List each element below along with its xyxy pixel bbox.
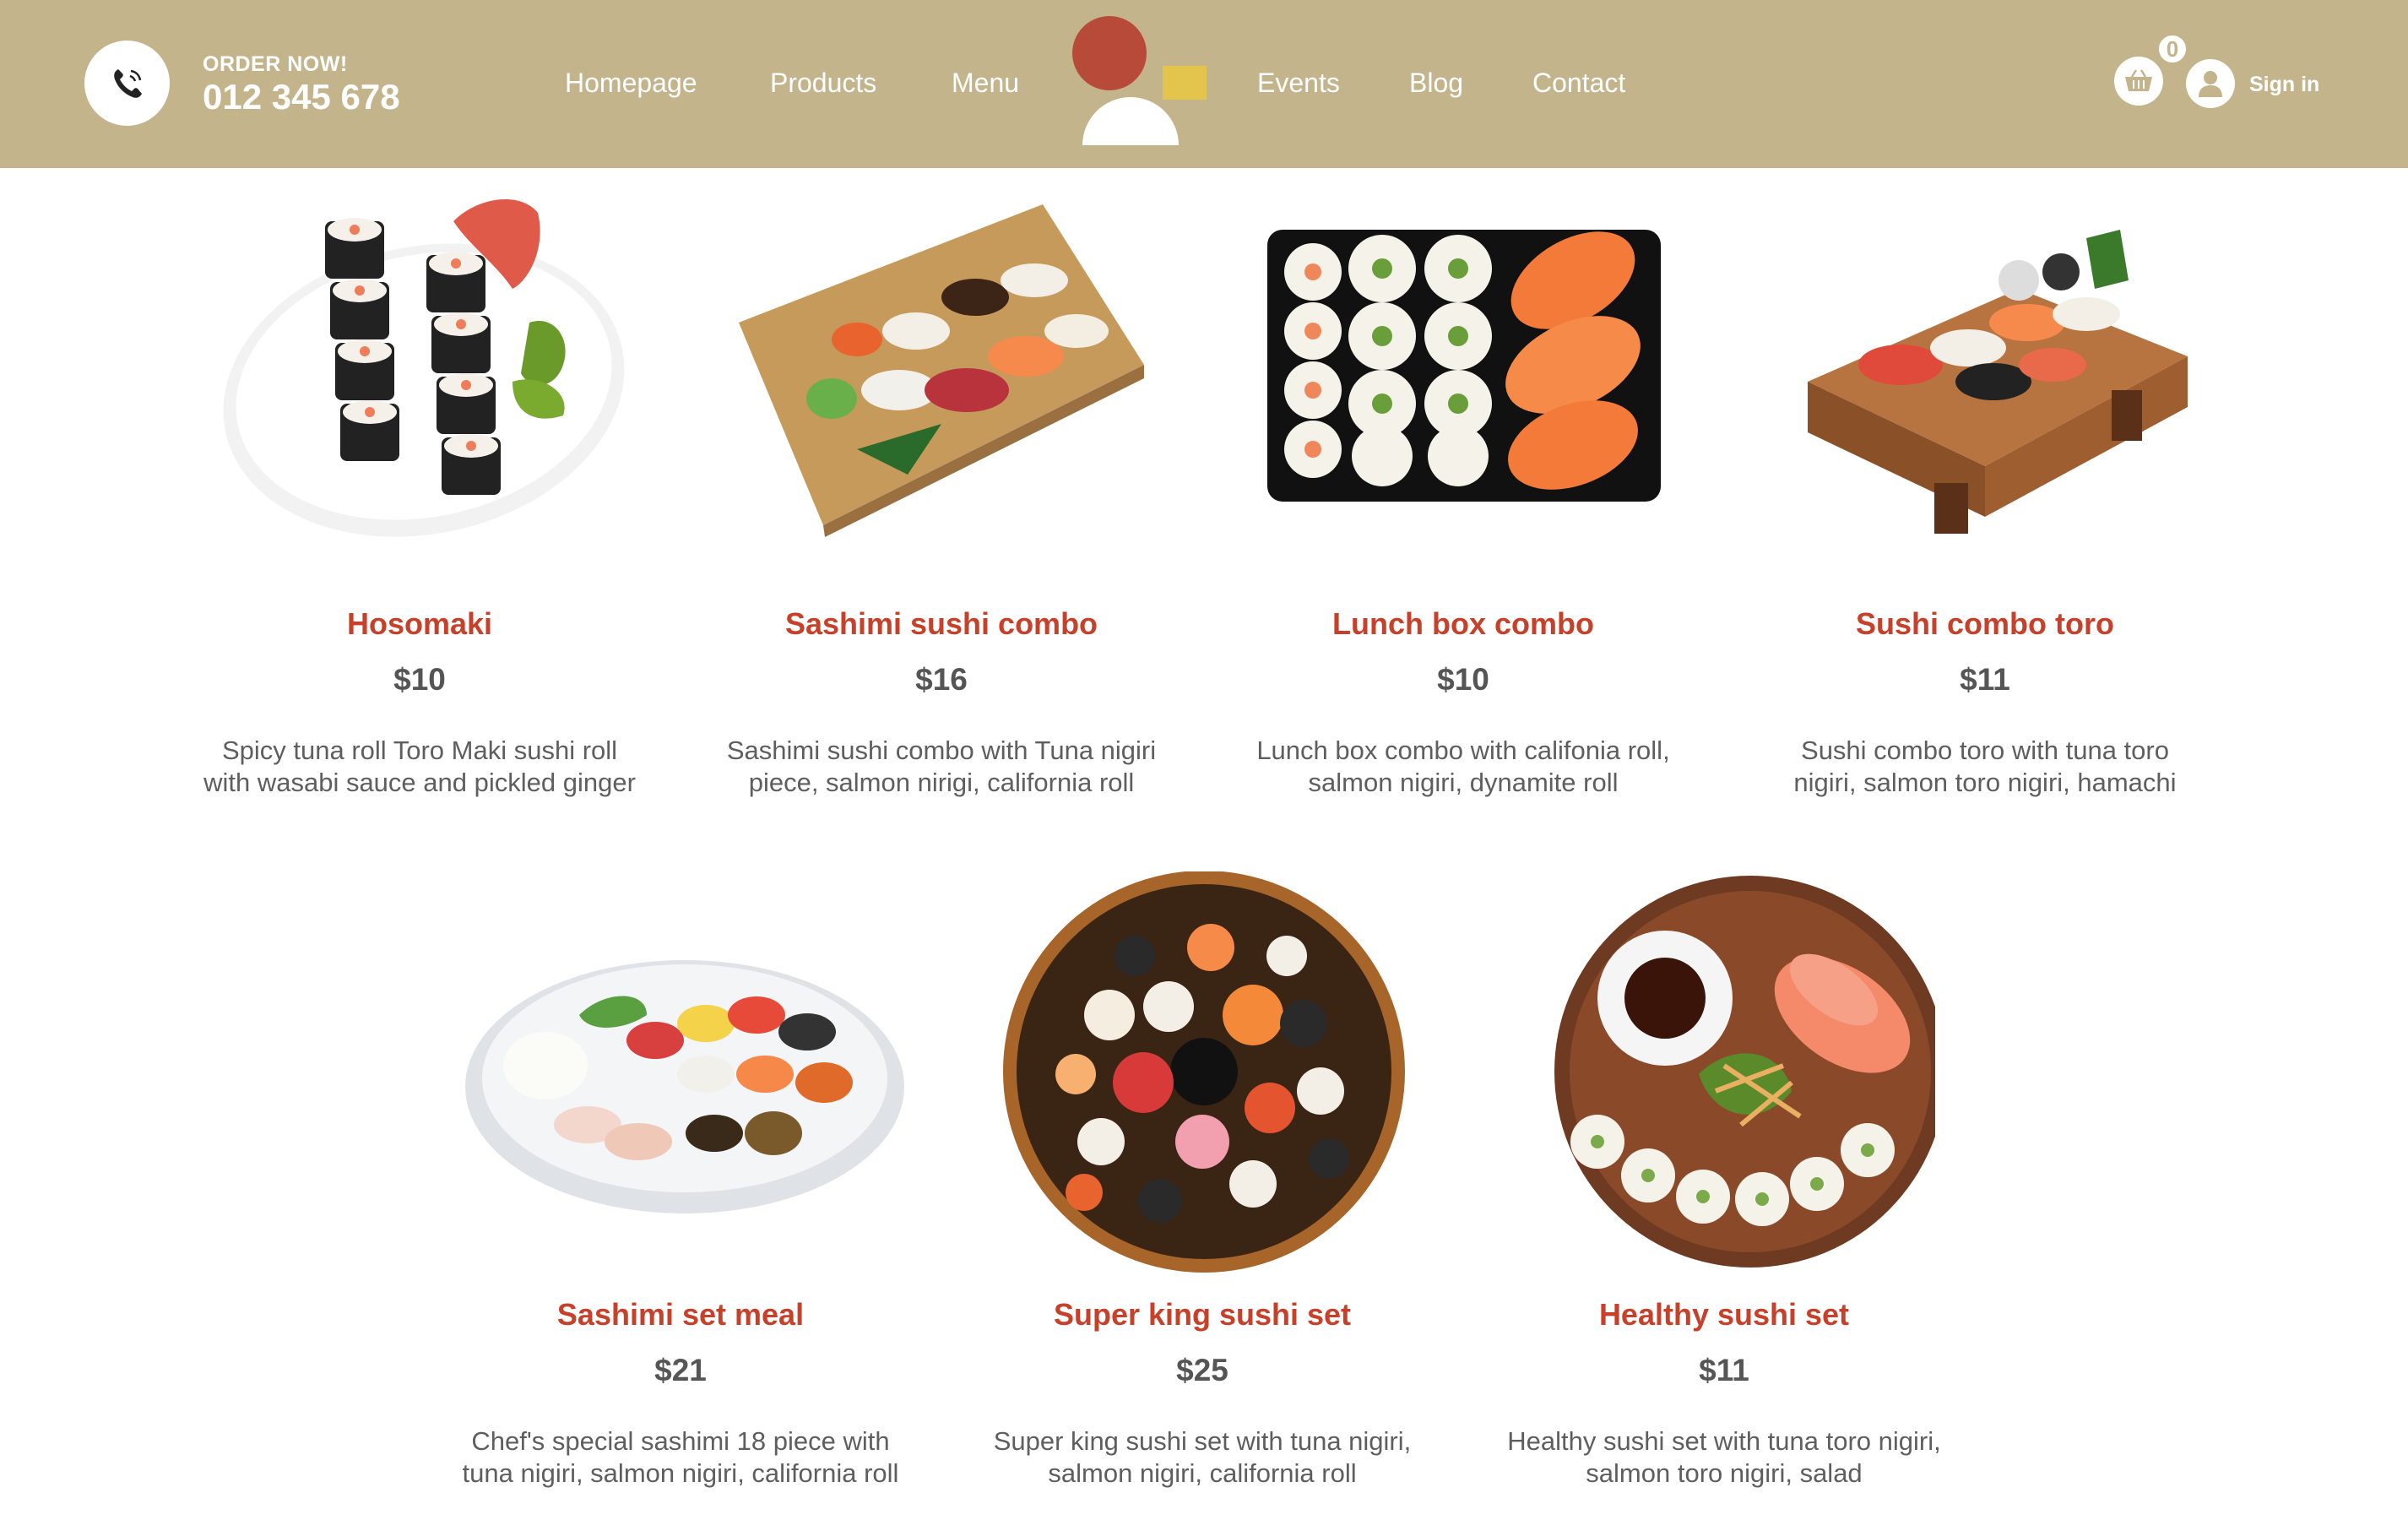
product-price: $25 <box>1176 1353 1228 1387</box>
user-icon[interactable] <box>2186 59 2235 108</box>
product-card-lunch-box-combo: Lunch box combo $10 Lunch box combo with… <box>1227 187 1700 797</box>
product-price: $10 <box>393 662 446 697</box>
cart-count-badge: 0 <box>2156 32 2189 66</box>
product-image-lunch-box-combo[interactable] <box>1244 187 1683 559</box>
product-price: $11 <box>1960 662 2010 697</box>
product-name[interactable]: Lunch box combo <box>1227 606 1700 642</box>
product-image-sushi-combo-toro[interactable] <box>1765 187 2205 559</box>
site-header: ORDER NOW! 012 345 678 Homepage Products… <box>0 0 2408 168</box>
product-desc-line2: salmon nigiri, dynamite roll <box>1308 768 1619 797</box>
phone-icon[interactable] <box>84 41 170 126</box>
product-card-healthy-sushi-set: Healthy sushi set $11 Healthy sushi set … <box>1488 871 1961 1488</box>
product-image-sashimi-set-meal[interactable] <box>453 871 908 1243</box>
product-image-healthy-sushi-set[interactable] <box>1513 871 1935 1277</box>
product-price: $10 <box>1437 662 1489 697</box>
product-desc-line1: Lunch box combo with califonia roll, <box>1256 736 1670 765</box>
product-desc-line2: nigiri, salmon toro nigiri, hamachi <box>1793 768 2177 797</box>
product-desc-line2: salmon nigiri, california roll <box>1048 1458 1357 1488</box>
product-name[interactable]: Sashimi sushi combo <box>705 606 1178 642</box>
product-desc-line1: Chef's special sashimi 18 piece with <box>471 1426 890 1456</box>
nav-homepage[interactable]: Homepage <box>565 68 697 99</box>
product-name[interactable]: Sushi combo toro <box>1749 606 2221 642</box>
nav-contact[interactable]: Contact <box>1532 68 1625 99</box>
product-image-hosomaki[interactable] <box>200 187 639 559</box>
product-name[interactable]: Hosomaki <box>183 606 656 642</box>
product-name[interactable]: Healthy sushi set <box>1488 1297 1961 1333</box>
product-desc-line1: Sashimi sushi combo with Tuna nigiri <box>726 736 1157 765</box>
nav-products[interactable]: Products <box>770 68 876 99</box>
product-card-super-king-sushi-set: Super king sushi set $25 Super king sush… <box>966 871 1439 1488</box>
product-desc-line2: piece, salmon nirigi, california roll <box>748 768 1135 797</box>
product-desc-line1: Healthy sushi set with tuna toro nigiri, <box>1507 1426 1941 1456</box>
order-now-label: ORDER NOW! <box>203 52 348 76</box>
nav-blog[interactable]: Blog <box>1409 68 1463 99</box>
product-card-sashimi-sushi-combo: Sashimi sushi combo $16 Sashimi sushi co… <box>705 187 1178 797</box>
nav-menu[interactable]: Menu <box>952 68 1019 99</box>
nav-events[interactable]: Events <box>1257 68 1340 99</box>
product-price: $11 <box>1699 1353 1749 1387</box>
product-card-sushi-combo-toro: Sushi combo toro $11 Sushi combo toro wi… <box>1749 187 2221 797</box>
product-desc-line1: Super king sushi set with tuna nigiri, <box>993 1426 1412 1456</box>
product-price: $16 <box>915 662 968 697</box>
logo[interactable] <box>1068 15 1212 146</box>
product-card-hosomaki: Hosomaki $10 Spicy tuna roll Toro Maki s… <box>183 187 656 797</box>
sign-in-link[interactable]: Sign in <box>2249 73 2319 97</box>
order-phone-number[interactable]: 012 345 678 <box>203 77 400 117</box>
basket-icon[interactable] <box>2114 57 2163 106</box>
product-price: $21 <box>654 1353 707 1387</box>
product-card-sashimi-set-meal: Sashimi set meal $21 Chef's special sash… <box>444 871 917 1488</box>
product-desc-line1: Spicy tuna roll Toro Maki sushi roll <box>221 736 618 765</box>
product-desc-line2: with wasabi sauce and pickled ginger <box>203 768 636 797</box>
product-name[interactable]: Sashimi set meal <box>444 1297 917 1333</box>
product-desc-line2: tuna nigiri, salmon nigiri, california r… <box>462 1458 899 1488</box>
product-desc-line2: salmon toro nigiri, salad <box>1586 1458 1863 1488</box>
product-desc-line1: Sushi combo toro with tuna toro <box>1801 736 2169 765</box>
product-name[interactable]: Super king sushi set <box>966 1297 1439 1333</box>
product-image-sashimi-sushi-combo[interactable] <box>722 187 1161 559</box>
product-image-super-king-sushi-set[interactable] <box>991 871 1413 1277</box>
